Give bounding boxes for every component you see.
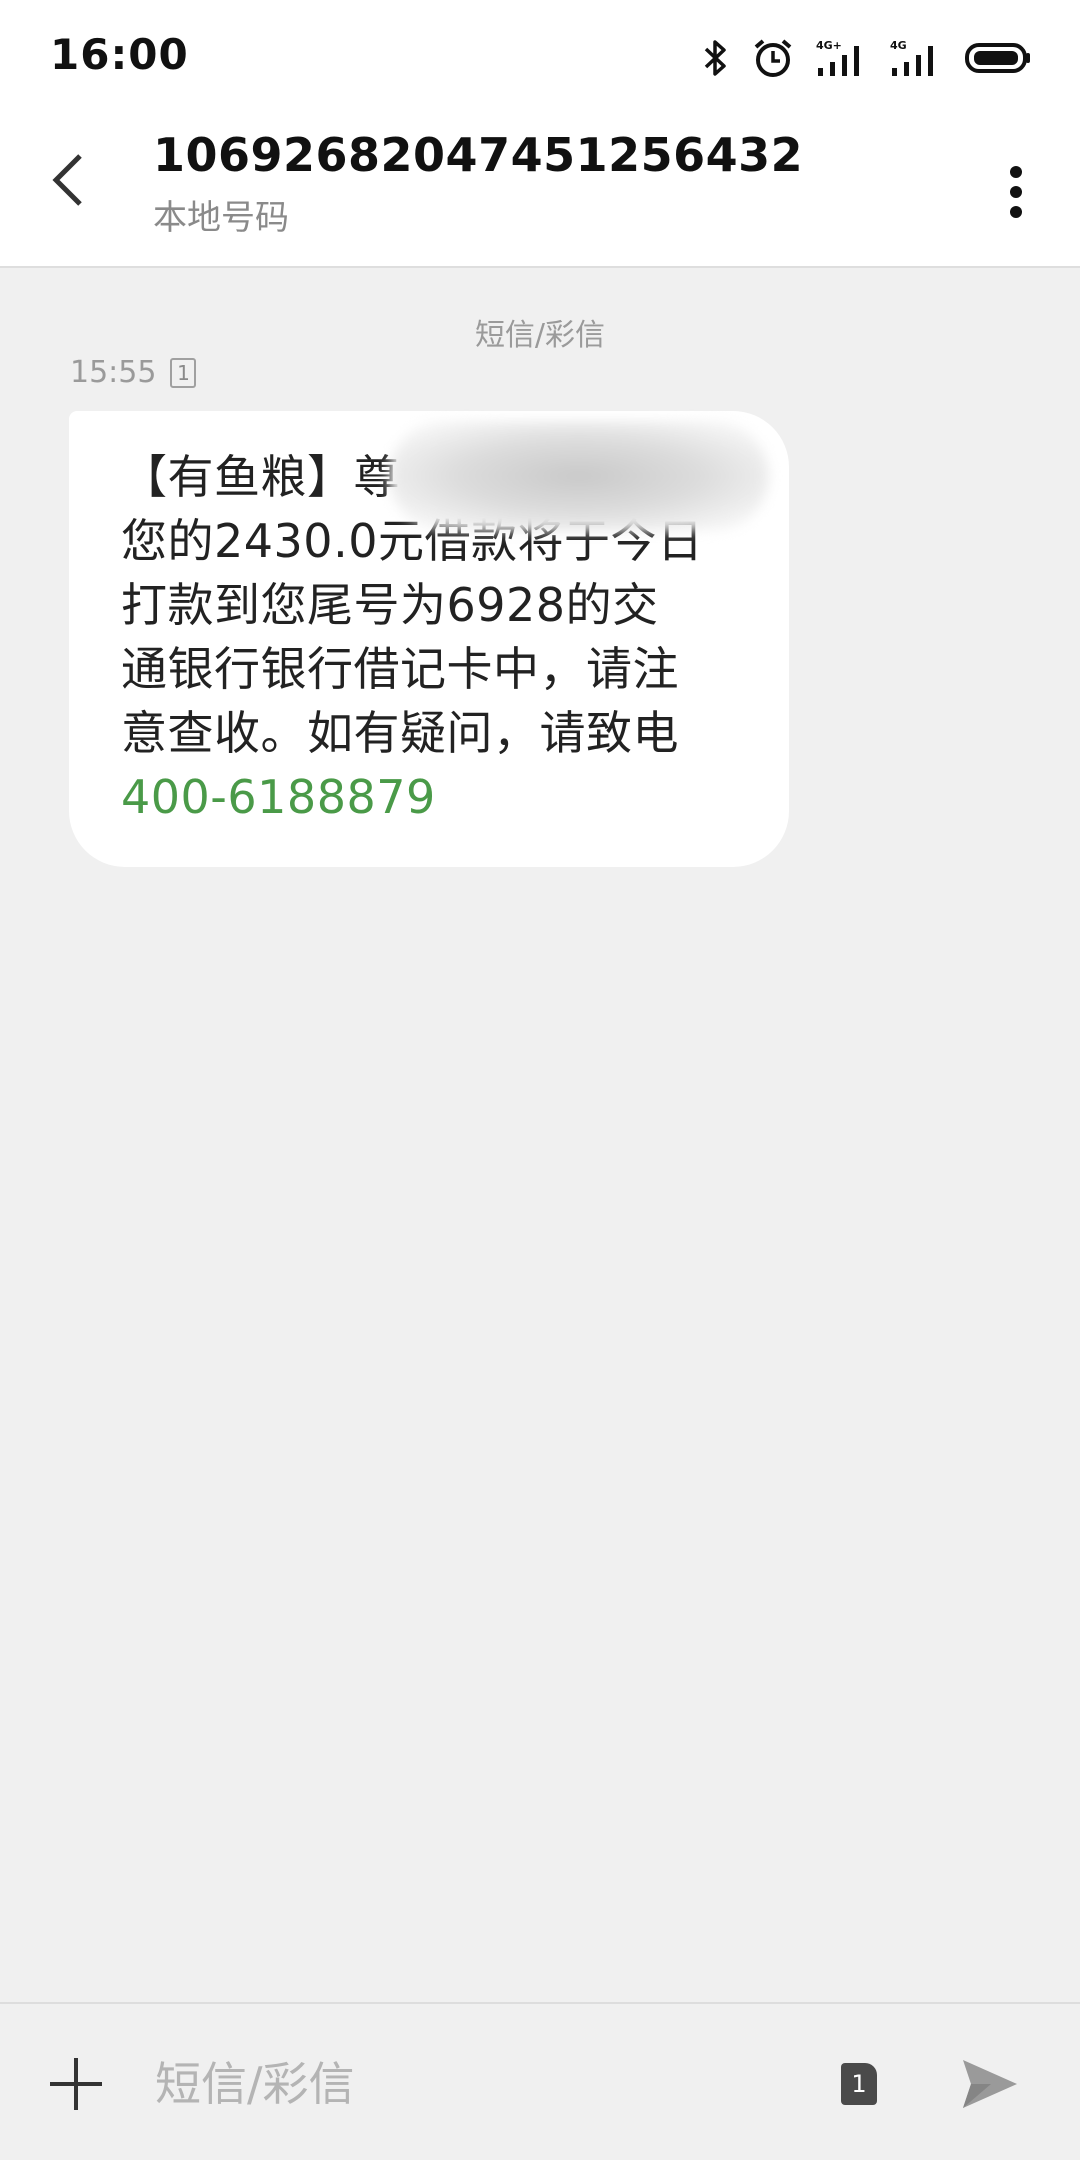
alarm-icon	[752, 37, 794, 79]
back-button[interactable]	[36, 140, 100, 220]
message-input[interactable]	[155, 2044, 775, 2124]
signal-icon: 4G+	[816, 38, 868, 78]
phone-link[interactable]: 400-6188879	[121, 770, 436, 824]
send-button[interactable]	[958, 2052, 1022, 2116]
more-vertical-icon	[1010, 166, 1022, 218]
message-line: 意查收。如有疑问，请致电	[121, 706, 679, 760]
message-line-phone: 400-6188879	[121, 765, 749, 829]
status-bar: 16:00 4G+ 4G	[0, 0, 1080, 112]
back-arrow-icon	[52, 154, 82, 206]
sim-select-button[interactable]: 1	[841, 2063, 877, 2105]
bluetooth-icon	[702, 38, 730, 78]
signal-icon: 4G	[890, 38, 942, 78]
message-time: 15:55	[70, 355, 157, 390]
contact-subtitle: 本地号码	[153, 198, 289, 238]
status-icons: 4G+ 4G	[702, 36, 1032, 80]
conversation-header: 1069268204745125643​2 本地号码	[0, 112, 1080, 268]
svg-text:4G: 4G	[890, 39, 907, 52]
message-line: 打款到您尾号为6928的交	[121, 578, 659, 632]
redaction-blur	[389, 421, 769, 531]
contact-number: 1069268204745125643​2	[153, 128, 804, 182]
send-icon	[963, 2060, 1017, 2108]
message-line: 通银行银行借记卡中，请注	[121, 642, 679, 696]
sim-slot-badge: 1	[170, 357, 197, 388]
battery-icon	[964, 41, 1032, 75]
svg-text:4G+: 4G+	[816, 39, 842, 52]
message-bubble[interactable]: 【有鱼粮】尊 您的2430.0元借款将于今日 打款到您尾号为6928的交 通银行…	[69, 411, 789, 867]
status-time: 16:00	[50, 30, 189, 79]
more-options-button[interactable]	[992, 152, 1040, 232]
attach-button[interactable]	[44, 2052, 108, 2116]
channel-label: 短信/彩信	[474, 318, 606, 353]
message-meta: 15:55 1	[70, 355, 197, 390]
plus-icon	[50, 2058, 102, 2110]
compose-bar: 1	[0, 2002, 1080, 2160]
